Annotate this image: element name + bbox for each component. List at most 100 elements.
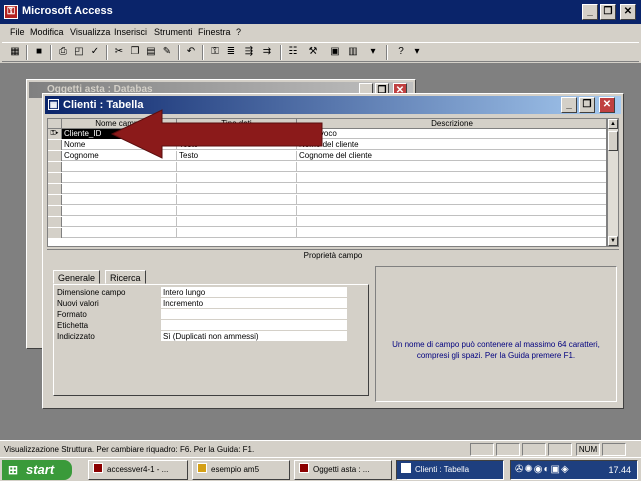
row-selector[interactable] bbox=[48, 228, 62, 238]
scroll-up-icon[interactable]: ▲ bbox=[608, 119, 618, 129]
table-restore-button[interactable]: ❐ bbox=[579, 97, 595, 113]
tab-generale[interactable]: Generale bbox=[53, 270, 101, 284]
undo-icon[interactable]: ↶ bbox=[184, 45, 198, 59]
empty-cell[interactable] bbox=[177, 173, 297, 183]
close-button[interactable]: ✕ bbox=[620, 4, 636, 20]
property-value[interactable]: Intero lungo bbox=[161, 287, 347, 298]
property-row[interactable]: Indicizzato Sì (Duplicati non ammessi) bbox=[57, 331, 347, 342]
properties-icon[interactable]: ☷ bbox=[286, 45, 300, 59]
restore-button[interactable]: ❐ bbox=[600, 4, 616, 20]
database-window-icon[interactable]: ▣ bbox=[328, 45, 342, 59]
empty-cell[interactable] bbox=[62, 228, 177, 238]
field-name-cell[interactable]: Cognome bbox=[62, 151, 177, 161]
save-icon[interactable]: ■ bbox=[32, 45, 46, 59]
paste-icon[interactable]: ▤ bbox=[144, 45, 158, 59]
spelling-icon[interactable]: ✓ bbox=[88, 45, 102, 59]
menu-visualizza[interactable]: Visualizza bbox=[70, 27, 110, 37]
empty-row[interactable] bbox=[48, 206, 606, 216]
menu-help[interactable]: ? bbox=[236, 27, 241, 37]
column-header-field-name[interactable]: Nome campo bbox=[62, 119, 177, 129]
empty-row[interactable] bbox=[48, 184, 606, 194]
column-header-description[interactable]: Descrizione bbox=[297, 119, 606, 129]
table-design-window[interactable]: ▦ Clienti : Tabella _ ❐ ✕ Nome campo Tip… bbox=[42, 93, 624, 409]
row-selector[interactable] bbox=[48, 195, 62, 205]
description-cell[interactable]: Nome del cliente bbox=[297, 140, 606, 150]
field-grid[interactable]: Nome campo Tipo dati Descrizione ⚿▸ Clie… bbox=[47, 118, 607, 247]
empty-cell[interactable] bbox=[177, 228, 297, 238]
field-name-cell[interactable]: Cliente_ID bbox=[62, 129, 177, 139]
print-preview-icon[interactable]: ◰ bbox=[72, 45, 86, 59]
field-name-cell[interactable]: Nome bbox=[62, 140, 177, 150]
empty-cell[interactable] bbox=[177, 184, 297, 194]
task-esempio[interactable]: esempio am5 bbox=[192, 460, 290, 480]
data-type-cell[interactable] bbox=[177, 129, 297, 139]
indexes-icon[interactable]: ≣ bbox=[224, 45, 238, 59]
help-icon[interactable]: ? bbox=[394, 45, 408, 59]
task-accessver[interactable]: accessver4-1 - ... bbox=[88, 460, 188, 480]
task-oggetti-asta[interactable]: Oggetti asta : ... bbox=[294, 460, 392, 480]
empty-row[interactable] bbox=[48, 162, 606, 172]
task-clienti[interactable]: Clienti : Tabella bbox=[396, 460, 504, 480]
table-row[interactable]: Nome Testo Nome del cliente bbox=[48, 140, 606, 150]
table-row[interactable]: ⚿▸ Cliente_ID ID univoco bbox=[48, 129, 606, 139]
build-icon[interactable]: ⚒ bbox=[306, 45, 320, 59]
new-object-dropdown-icon[interactable]: ▾ bbox=[366, 45, 380, 59]
clock[interactable]: 17.44 bbox=[608, 465, 631, 475]
description-cell[interactable]: ID univoco bbox=[297, 129, 606, 139]
row-selector[interactable] bbox=[48, 162, 62, 172]
view-design-icon[interactable]: ▦ bbox=[8, 45, 22, 59]
row-selector[interactable] bbox=[48, 184, 62, 194]
empty-cell[interactable] bbox=[62, 162, 177, 172]
property-value[interactable]: Incremento bbox=[161, 298, 347, 309]
menu-modifica[interactable]: Modifica bbox=[30, 27, 64, 37]
empty-cell[interactable] bbox=[62, 173, 177, 183]
minimize-button[interactable]: _ bbox=[582, 4, 598, 20]
row-selector[interactable] bbox=[48, 151, 62, 161]
empty-row[interactable] bbox=[48, 228, 606, 238]
empty-cell[interactable] bbox=[177, 162, 297, 172]
empty-cell[interactable] bbox=[177, 206, 297, 216]
new-object-icon[interactable]: ▥ bbox=[346, 45, 360, 59]
table-window-titlebar[interactable]: ▦ Clienti : Tabella _ ❐ ✕ bbox=[45, 96, 621, 114]
property-row[interactable]: Nuovi valori Incremento bbox=[57, 298, 347, 309]
delete-rows-icon[interactable]: ⇉ bbox=[260, 45, 274, 59]
empty-cell[interactable] bbox=[177, 195, 297, 205]
start-button[interactable]: ⊞ start bbox=[2, 460, 72, 480]
property-value[interactable]: Sì (Duplicati non ammessi) bbox=[161, 331, 347, 342]
tab-ricerca[interactable]: Ricerca bbox=[105, 270, 146, 284]
tray-icons[interactable]: ✇✺◉◐▣◈ bbox=[515, 464, 570, 475]
primary-key-icon[interactable]: ⚿ bbox=[208, 45, 222, 59]
row-selector[interactable] bbox=[48, 173, 62, 183]
menu-inserisci[interactable]: Inserisci bbox=[114, 27, 147, 37]
table-close-button[interactable]: ✕ bbox=[599, 97, 615, 113]
table-row[interactable]: Cognome Testo Cognome del cliente bbox=[48, 151, 606, 161]
row-selector[interactable] bbox=[48, 217, 62, 227]
description-cell[interactable]: Cognome del cliente bbox=[297, 151, 606, 161]
print-icon[interactable]: ⎙ bbox=[56, 45, 70, 59]
menu-finestra[interactable]: Finestra bbox=[198, 27, 231, 37]
property-row[interactable]: Formato bbox=[57, 309, 347, 320]
app-titlebar[interactable]: ⚿ Microsoft Access _ ❐ ✕ bbox=[0, 0, 641, 24]
table-minimize-button[interactable]: _ bbox=[561, 97, 577, 113]
format-painter-icon[interactable]: ✎ bbox=[160, 45, 174, 59]
row-selector[interactable] bbox=[48, 206, 62, 216]
empty-row[interactable] bbox=[48, 217, 606, 227]
empty-cell[interactable] bbox=[62, 217, 177, 227]
grid-scrollbar[interactable]: ▲ ▼ bbox=[607, 118, 619, 247]
primary-key-icon[interactable]: ⚿▸ bbox=[48, 129, 62, 139]
empty-cell[interactable] bbox=[177, 217, 297, 227]
insert-rows-icon[interactable]: ⇶ bbox=[242, 45, 256, 59]
data-type-cell[interactable]: Testo bbox=[177, 140, 297, 150]
empty-cell[interactable] bbox=[62, 206, 177, 216]
property-row[interactable]: Dimensione campo Intero lungo bbox=[57, 287, 347, 298]
property-value[interactable] bbox=[161, 309, 347, 320]
scroll-down-icon[interactable]: ▼ bbox=[608, 236, 618, 246]
data-type-cell[interactable]: Testo bbox=[177, 151, 297, 161]
cut-icon[interactable]: ✂ bbox=[112, 45, 126, 59]
empty-cell[interactable] bbox=[62, 195, 177, 205]
row-selector[interactable] bbox=[48, 140, 62, 150]
empty-row[interactable] bbox=[48, 195, 606, 205]
scroll-thumb[interactable] bbox=[608, 131, 618, 151]
property-row[interactable]: Etichetta bbox=[57, 320, 347, 331]
property-value[interactable] bbox=[161, 320, 347, 331]
